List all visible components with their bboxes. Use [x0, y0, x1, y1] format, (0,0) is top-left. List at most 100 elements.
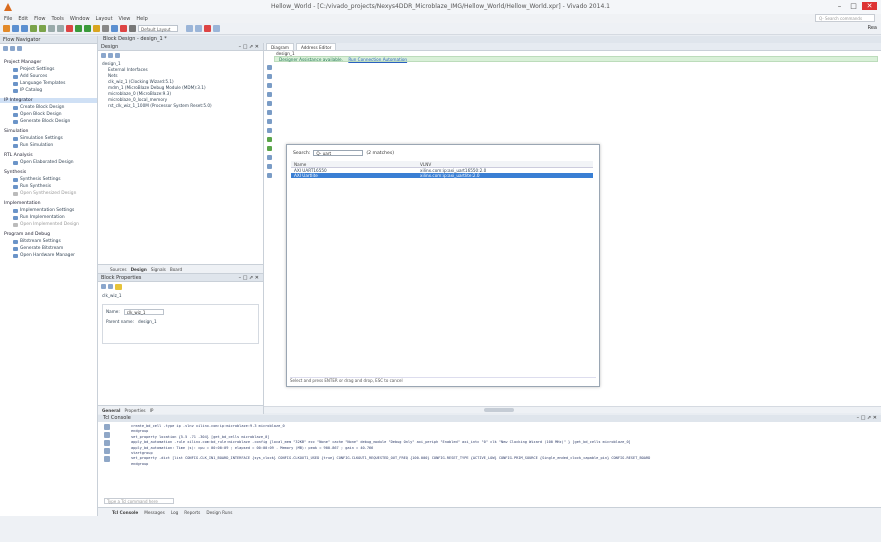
- tab-sources[interactable]: Sources: [110, 267, 127, 272]
- paste-icon[interactable]: [57, 25, 64, 32]
- bitstream-icon[interactable]: [93, 25, 100, 32]
- layout-combo[interactable]: Default Layout: [138, 25, 178, 32]
- collapse-icon[interactable]: [108, 53, 113, 58]
- tab-properties[interactable]: Properties: [124, 408, 145, 413]
- nav-run-simulation[interactable]: Run Simulation: [13, 143, 97, 148]
- settings-icon[interactable]: [111, 25, 118, 32]
- nav-open-implemented-design[interactable]: Open Implemented Design: [13, 222, 97, 227]
- history-icon[interactable]: [104, 456, 110, 462]
- tab-tcl-console[interactable]: Tcl Console: [112, 510, 138, 515]
- copy-icon[interactable]: [48, 25, 55, 32]
- navigator-settings-icon[interactable]: [17, 46, 22, 51]
- collapse-icon[interactable]: [267, 119, 272, 124]
- menu-edit[interactable]: Edit: [18, 16, 28, 22]
- layout-icon[interactable]: [129, 25, 136, 32]
- tab-address-editor[interactable]: Address Editor: [295, 43, 337, 50]
- nav-run-synthesis[interactable]: Run Synthesis: [13, 184, 97, 189]
- panel-controls[interactable]: – □ ⇗ ✕: [239, 43, 259, 50]
- tab-design[interactable]: Design: [131, 267, 147, 272]
- menu-layout[interactable]: Layout: [96, 16, 113, 22]
- name-field[interactable]: clk_wiz_1: [123, 308, 164, 315]
- tab-design-runs[interactable]: Design Runs: [206, 510, 232, 515]
- tab-diagram[interactable]: Diagram: [266, 43, 294, 50]
- menu-view[interactable]: View: [119, 16, 131, 22]
- collapse-all-icon[interactable]: [10, 46, 15, 51]
- help-icon[interactable]: [213, 25, 220, 32]
- menu-window[interactable]: Window: [70, 16, 90, 22]
- delete-icon[interactable]: [66, 25, 73, 32]
- minimize-button[interactable]: –: [834, 2, 845, 10]
- clear-icon[interactable]: [104, 424, 110, 430]
- zoom-out-icon[interactable]: [267, 74, 272, 79]
- nav-synthesis-settings[interactable]: Synthesis Settings: [13, 177, 97, 182]
- command-search-input[interactable]: Q- Search commands: [815, 14, 875, 22]
- section-project-manager[interactable]: Project Manager: [4, 60, 97, 65]
- section-program-and-debug[interactable]: Program and Debug: [4, 232, 97, 237]
- tab-log[interactable]: Log: [171, 510, 178, 515]
- menu-flow[interactable]: Flow: [34, 16, 45, 22]
- nav-open-hardware-manager[interactable]: Open Hardware Manager: [13, 253, 97, 258]
- nav-generate-block-design[interactable]: Generate Block Design: [13, 119, 97, 124]
- fit-selection-icon[interactable]: [267, 92, 272, 97]
- nav-add-sources[interactable]: Add Sources: [13, 74, 97, 79]
- nav-create-block-design[interactable]: Create Block Design: [13, 105, 97, 110]
- tab-messages[interactable]: Messages: [144, 510, 165, 515]
- tcl-command-input[interactable]: Type a Tcl command here: [104, 498, 174, 504]
- find-icon[interactable]: [104, 440, 110, 446]
- save-icon[interactable]: [21, 25, 28, 32]
- run-icon[interactable]: [75, 25, 82, 32]
- pause-icon[interactable]: [104, 448, 110, 454]
- nav-open-block-design[interactable]: Open Block Design: [13, 112, 97, 117]
- run-connection-automation-link[interactable]: Run Connection Automation: [348, 57, 407, 62]
- zoom-in-icon[interactable]: [267, 65, 272, 70]
- route-icon[interactable]: [267, 164, 272, 169]
- zoom-fit-icon[interactable]: [195, 25, 202, 32]
- tree-item[interactable]: microblaze_0_local_memory: [102, 97, 263, 102]
- tab-ip[interactable]: IP: [150, 408, 154, 413]
- menu-file[interactable]: File: [4, 16, 12, 22]
- expand-icon[interactable]: [115, 53, 120, 58]
- zoom-icon[interactable]: [186, 25, 193, 32]
- nav-implementation-settings[interactable]: Implementation Settings: [13, 208, 97, 213]
- tab-reports[interactable]: Reports: [184, 510, 200, 515]
- section-synthesis[interactable]: Synthesis: [4, 170, 97, 175]
- tree-item[interactable]: Nets: [102, 73, 263, 78]
- close-button[interactable]: ✕: [862, 2, 877, 10]
- tree-item[interactable]: clk_wiz_1 (Clocking Wizard:5.1): [102, 79, 263, 84]
- section-rtl-analysis[interactable]: RTL Analysis: [4, 153, 97, 158]
- cancel-icon[interactable]: [204, 25, 211, 32]
- open-project-icon[interactable]: [12, 25, 19, 32]
- copy-icon[interactable]: [104, 432, 110, 438]
- maximize-button[interactable]: □: [848, 2, 859, 10]
- search-icon[interactable]: [267, 110, 272, 115]
- redo-icon[interactable]: [39, 25, 46, 32]
- search-icon[interactable]: [101, 53, 106, 58]
- tab-board[interactable]: Board: [170, 267, 182, 272]
- tree-item[interactable]: External Interfaces: [102, 67, 263, 72]
- back-icon[interactable]: [101, 284, 106, 289]
- tree-root[interactable]: design_1: [102, 61, 263, 66]
- nav-language-templates[interactable]: Language Templates: [13, 81, 97, 86]
- validate-icon[interactable]: [267, 146, 272, 151]
- scrollbar-thumb[interactable]: [484, 408, 514, 412]
- stop-icon[interactable]: [120, 25, 127, 32]
- new-project-icon[interactable]: [3, 25, 10, 32]
- regenerate-layout-icon[interactable]: [267, 155, 272, 160]
- tab-signals[interactable]: Signals: [151, 267, 166, 272]
- menu-help[interactable]: Help: [136, 16, 147, 22]
- ip-search-input[interactable]: Q- uart: [313, 150, 364, 156]
- nav-bitstream-settings[interactable]: Bitstream Settings: [13, 239, 97, 244]
- panel-controls[interactable]: – □ ⇗ ✕: [857, 415, 877, 422]
- expand-all-icon[interactable]: [3, 46, 8, 51]
- section-ip-integrator[interactable]: IP Integrator: [0, 98, 97, 103]
- undo-icon[interactable]: [30, 25, 37, 32]
- run-step-icon[interactable]: [84, 25, 91, 32]
- nav-run-implementation[interactable]: Run Implementation: [13, 215, 97, 220]
- pin-icon[interactable]: [267, 128, 272, 133]
- panel-controls[interactable]: – □ ⇗ ✕: [239, 274, 259, 281]
- nav-simulation-settings[interactable]: Simulation Settings: [13, 136, 97, 141]
- section-simulation[interactable]: Simulation: [4, 129, 97, 134]
- tree-item[interactable]: rst_clk_wiz_1_100M (Processor System Res…: [102, 103, 263, 108]
- forward-icon[interactable]: [108, 284, 113, 289]
- tree-item[interactable]: mdm_1 (MicroBlaze Debug Module (MDM):3.1…: [102, 85, 263, 90]
